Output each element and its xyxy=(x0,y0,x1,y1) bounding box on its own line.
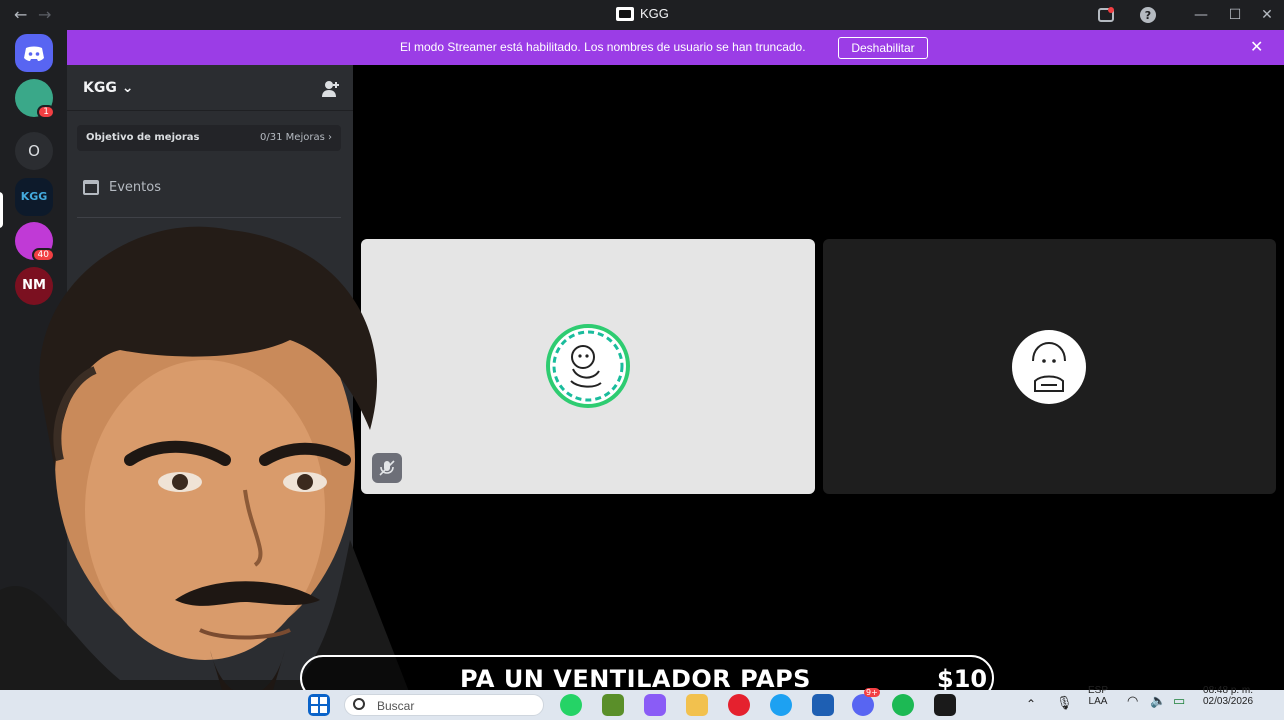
discord-home-icon[interactable] xyxy=(15,34,53,72)
whatsapp-icon[interactable] xyxy=(560,694,582,716)
discord-taskbar-icon[interactable]: 9+ xyxy=(852,688,880,716)
edge-icon[interactable] xyxy=(770,694,792,716)
maximize-icon[interactable]: ☐ xyxy=(1226,6,1244,24)
streamer-mode-banner: El modo Streamer está habilitado. Los no… xyxy=(67,30,1284,65)
svg-text:?: ? xyxy=(1145,9,1151,22)
participant-avatar-2 xyxy=(1012,330,1086,404)
streamer-character-overlay xyxy=(0,226,420,720)
opera-icon[interactable] xyxy=(728,694,750,716)
chevron-up-icon[interactable]: ⌃ xyxy=(1026,697,1036,711)
language-indicator[interactable]: ESP LAA xyxy=(1088,685,1108,707)
calendar-icon xyxy=(83,180,99,195)
boost-goal-bar[interactable]: Objetivo de mejoras 0/31 Mejoras › xyxy=(77,125,341,151)
windows-start-icon[interactable] xyxy=(308,694,330,716)
chevron-down-icon: ⌄ xyxy=(121,80,134,96)
obs-app-icon[interactable] xyxy=(934,694,956,716)
minimize-icon[interactable]: — xyxy=(1192,6,1210,24)
participant-tile-1[interactable] xyxy=(361,239,815,494)
wifi-icon[interactable]: ◠ xyxy=(1127,693,1138,709)
server-name-header[interactable]: KGG ⌄ xyxy=(83,80,133,96)
disable-streamer-button[interactable]: Deshabilitar xyxy=(838,37,928,59)
server-icon-o[interactable]: O xyxy=(15,132,53,170)
help-icon[interactable]: ? xyxy=(1139,6,1157,24)
microsoft-store-icon[interactable] xyxy=(812,694,834,716)
invite-people-icon[interactable] xyxy=(321,79,341,99)
close-window-icon[interactable]: ✕ xyxy=(1258,6,1276,24)
boost-progress: 0/31 Mejoras › xyxy=(260,132,332,143)
participant-avatar-1 xyxy=(546,324,630,408)
server-icon-1[interactable]: 1 xyxy=(15,79,55,119)
microphone-icon[interactable]: 🎙 xyxy=(1056,695,1073,711)
minecraft-icon[interactable] xyxy=(602,694,624,716)
window-title: KGG xyxy=(616,6,669,21)
taskbar-search-input[interactable]: Buscar xyxy=(344,694,544,716)
file-explorer-icon[interactable] xyxy=(686,694,708,716)
header-divider xyxy=(67,110,353,111)
search-icon xyxy=(353,698,365,710)
copilot-icon[interactable] xyxy=(644,694,666,716)
voice-stage xyxy=(353,65,1284,690)
window-titlebar: ← → KGG ? — ☐ ✕ xyxy=(0,0,1284,30)
close-icon[interactable]: ✕ xyxy=(1250,37,1263,56)
back-arrow-icon[interactable]: ← xyxy=(14,5,27,24)
volume-icon[interactable]: 🔈 xyxy=(1150,693,1166,709)
server-logo-icon xyxy=(616,6,634,21)
clock[interactable]: 08:48 p. m. 02/03/2026 xyxy=(1203,685,1253,707)
forward-arrow-icon[interactable]: → xyxy=(38,5,51,24)
spotify-icon[interactable] xyxy=(892,694,914,716)
chevron-right-icon: › xyxy=(328,132,332,143)
events-item[interactable]: Eventos xyxy=(83,180,161,195)
battery-icon[interactable]: ▭ xyxy=(1173,693,1185,709)
inbox-icon[interactable] xyxy=(1097,6,1115,24)
participant-tile-2[interactable] xyxy=(823,239,1276,494)
banner-message: El modo Streamer está habilitado. Los no… xyxy=(400,40,806,54)
